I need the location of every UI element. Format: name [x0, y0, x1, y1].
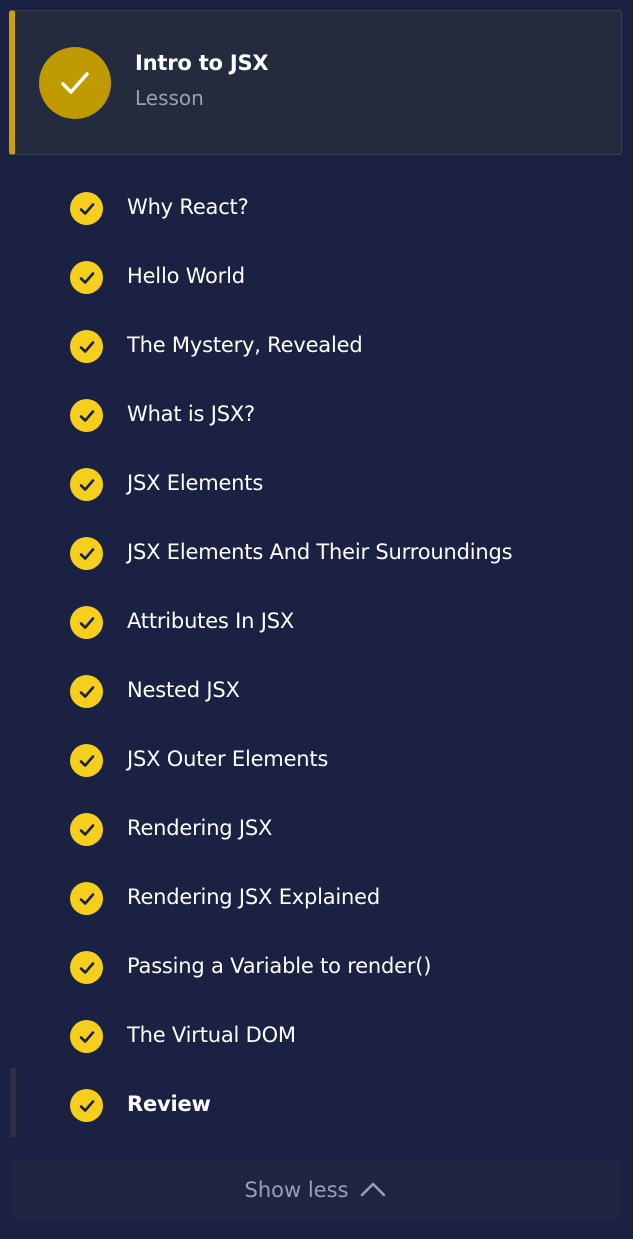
exercise-label: Why React?: [127, 195, 249, 219]
exercise-item[interactable]: The Mystery, Revealed: [0, 311, 633, 380]
completed-check-icon: [70, 1020, 103, 1053]
exercise-label: Attributes In JSX: [127, 609, 295, 633]
lesson-complete-badge: [39, 47, 111, 119]
exercise-item[interactable]: What is JSX?: [0, 380, 633, 449]
completed-check-icon: [70, 606, 103, 639]
exercise-item[interactable]: Rendering JSX Explained: [0, 863, 633, 932]
show-less-label: Show less: [244, 1178, 349, 1202]
exercise-item[interactable]: Review: [0, 1068, 633, 1139]
exercise-item[interactable]: The Virtual DOM: [0, 1001, 633, 1070]
lesson-navigation-panel: Intro to JSX Lesson Why React? Hello Worl…: [0, 0, 633, 1239]
exercise-label: JSX Elements And Their Surroundings: [127, 540, 513, 564]
lesson-header-card[interactable]: Intro to JSX Lesson: [9, 10, 622, 155]
exercise-label: Rendering JSX: [127, 816, 273, 840]
lesson-text: Intro to JSX Lesson: [135, 49, 269, 111]
exercise-list: Why React? Hello World The Mystery, Reveal…: [0, 173, 633, 1139]
exercise-item[interactable]: Nested JSX: [0, 656, 633, 725]
completed-check-icon: [70, 537, 103, 570]
exercise-label: Nested JSX: [127, 678, 240, 702]
exercise-label: Hello World: [127, 264, 245, 288]
exercise-item[interactable]: Attributes In JSX: [0, 587, 633, 656]
check-icon: [61, 72, 89, 94]
exercise-label: Rendering JSX Explained: [127, 885, 381, 909]
exercise-item[interactable]: Hello World: [0, 242, 633, 311]
exercise-label: JSX Elements: [127, 471, 264, 495]
completed-check-icon: [70, 744, 103, 777]
completed-check-icon: [70, 330, 103, 363]
completed-check-icon: [70, 192, 103, 225]
exercise-label: The Mystery, Revealed: [127, 333, 363, 357]
completed-check-icon: [70, 675, 103, 708]
exercise-label: JSX Outer Elements: [127, 747, 329, 771]
exercise-item[interactable]: JSX Elements: [0, 449, 633, 518]
completed-check-icon: [70, 1089, 103, 1122]
completed-check-icon: [70, 813, 103, 846]
completed-check-icon: [70, 951, 103, 984]
completed-check-icon: [70, 399, 103, 432]
exercise-item[interactable]: Rendering JSX: [0, 794, 633, 863]
exercise-label: Review: [127, 1092, 211, 1116]
exercise-item[interactable]: JSX Elements And Their Surroundings: [0, 518, 633, 587]
completed-check-icon: [70, 468, 103, 501]
chevron-up-icon: [360, 1178, 386, 1202]
exercise-label: The Virtual DOM: [127, 1023, 296, 1047]
completed-check-icon: [70, 882, 103, 915]
exercise-label: Passing a Variable to render(): [127, 954, 432, 978]
lesson-title: Intro to JSX: [135, 51, 269, 75]
completed-check-icon: [70, 261, 103, 294]
exercise-item[interactable]: Why React?: [0, 173, 633, 242]
exercise-item[interactable]: Passing a Variable to render(): [0, 932, 633, 1001]
show-less-button[interactable]: Show less: [10, 1160, 621, 1220]
exercise-label: What is JSX?: [127, 402, 255, 426]
lesson-type-label: Lesson: [135, 86, 204, 110]
exercise-item[interactable]: JSX Outer Elements: [0, 725, 633, 794]
